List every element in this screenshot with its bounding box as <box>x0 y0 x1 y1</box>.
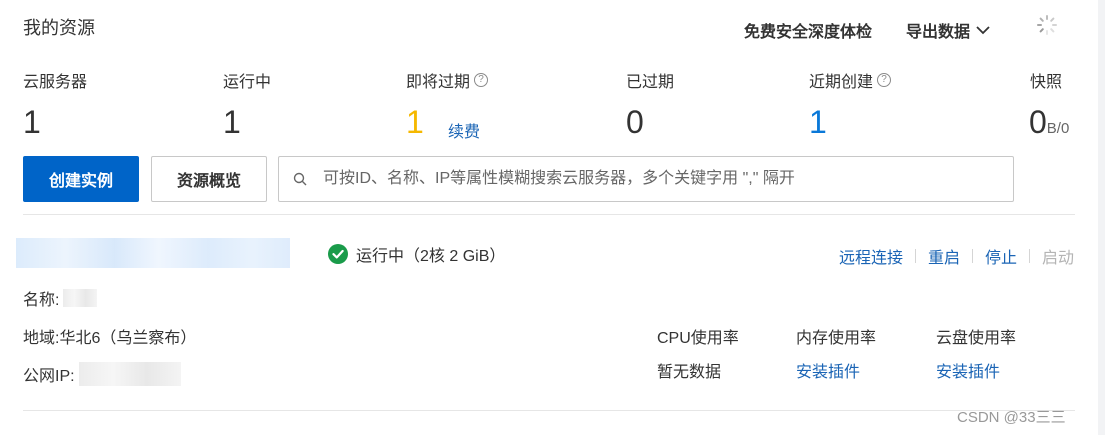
export-data-dropdown[interactable]: 导出数据 <box>906 18 990 42</box>
stat-recent-value[interactable]: 1 <box>809 104 827 140</box>
stat-expiring-label: 即将过期 <box>406 74 471 91</box>
memory-install-plugin-link[interactable]: 安装插件 <box>796 358 860 382</box>
public-ip-value-redacted[interactable] <box>78 362 181 386</box>
search-icon <box>293 172 307 186</box>
stat-running-label: 运行中 <box>223 74 272 91</box>
stat-expiring: 即将过期 ? <box>406 68 489 92</box>
divider <box>23 410 1075 411</box>
instance-status: 运行中（2核 2 GiB） <box>328 242 505 266</box>
question-circle-icon[interactable]: ? <box>877 73 892 87</box>
separator <box>1028 249 1030 263</box>
memory-usage-label: 内存使用率 <box>796 330 877 347</box>
disk-install-plugin-link[interactable]: 安装插件 <box>936 358 1000 382</box>
start-link: 启动 <box>1041 250 1074 267</box>
name-value-redacted <box>63 289 98 307</box>
remote-connect-link[interactable]: 远程连接 <box>839 244 903 268</box>
stat-snapshot-label: 快照 <box>1030 74 1063 91</box>
instance-actions: 远程连接 重启 停止 启动 <box>839 244 1074 268</box>
stat-snapshot-value: 0 <box>1029 104 1047 140</box>
question-circle-icon[interactable]: ? <box>474 73 489 87</box>
instance-region-row: 地域: 华北6（乌兰察布） <box>23 324 196 348</box>
resource-overview-button[interactable]: 资源概览 <box>151 156 267 202</box>
stat-recent-label: 近期创建 <box>809 74 874 91</box>
stat-servers-value[interactable]: 1 <box>23 104 41 140</box>
stat-snapshot-unit: B/0 <box>1046 120 1070 137</box>
cpu-usage-value: 暂无数据 <box>657 364 722 381</box>
stat-expired-label: 已过期 <box>626 74 675 91</box>
disk-usage-label: 云盘使用率 <box>936 330 1017 347</box>
instance-status-text: 运行中（2核 2 GiB） <box>356 248 506 265</box>
instance-name-redacted[interactable] <box>16 238 290 268</box>
export-data-label: 导出数据 <box>906 24 971 41</box>
renew-link[interactable]: 续费 <box>448 118 480 142</box>
stat-expired-value[interactable]: 0 <box>626 104 644 140</box>
region-label: 地域: <box>23 330 60 347</box>
search-box[interactable] <box>278 156 1014 202</box>
stop-link[interactable]: 停止 <box>985 244 1017 268</box>
separator <box>971 249 973 263</box>
stat-recent: 近期创建 ? <box>809 68 892 92</box>
search-input[interactable] <box>321 169 1005 189</box>
instance-ip-row: 公网IP: <box>23 362 181 386</box>
divider <box>23 214 1075 215</box>
stat-running-value[interactable]: 1 <box>223 104 241 140</box>
stat-servers-label: 云服务器 <box>23 74 88 91</box>
name-label: 名称: <box>23 292 60 309</box>
security-check-link[interactable]: 免费安全深度体检 <box>744 18 872 42</box>
check-circle-icon <box>328 244 348 264</box>
spinner-icon <box>1037 15 1057 35</box>
instance-name-row: 名称: <box>23 286 98 310</box>
page-title: 我的资源 <box>23 18 95 38</box>
chevron-down-icon <box>976 26 990 35</box>
restart-link[interactable]: 重启 <box>928 244 960 268</box>
watermark: CSDN @33三三 <box>957 409 1066 426</box>
cpu-usage-label: CPU使用率 <box>657 330 739 347</box>
public-ip-label: 公网IP: <box>23 368 75 385</box>
scroll-gutter <box>1098 0 1105 435</box>
stat-snapshot[interactable]: 0B/0 <box>1029 104 1069 147</box>
region-value: 华北6（乌兰察布） <box>59 330 197 347</box>
create-instance-button[interactable]: 创建实例 <box>23 156 139 202</box>
separator <box>914 249 916 263</box>
stat-expiring-value[interactable]: 1 <box>406 104 424 140</box>
